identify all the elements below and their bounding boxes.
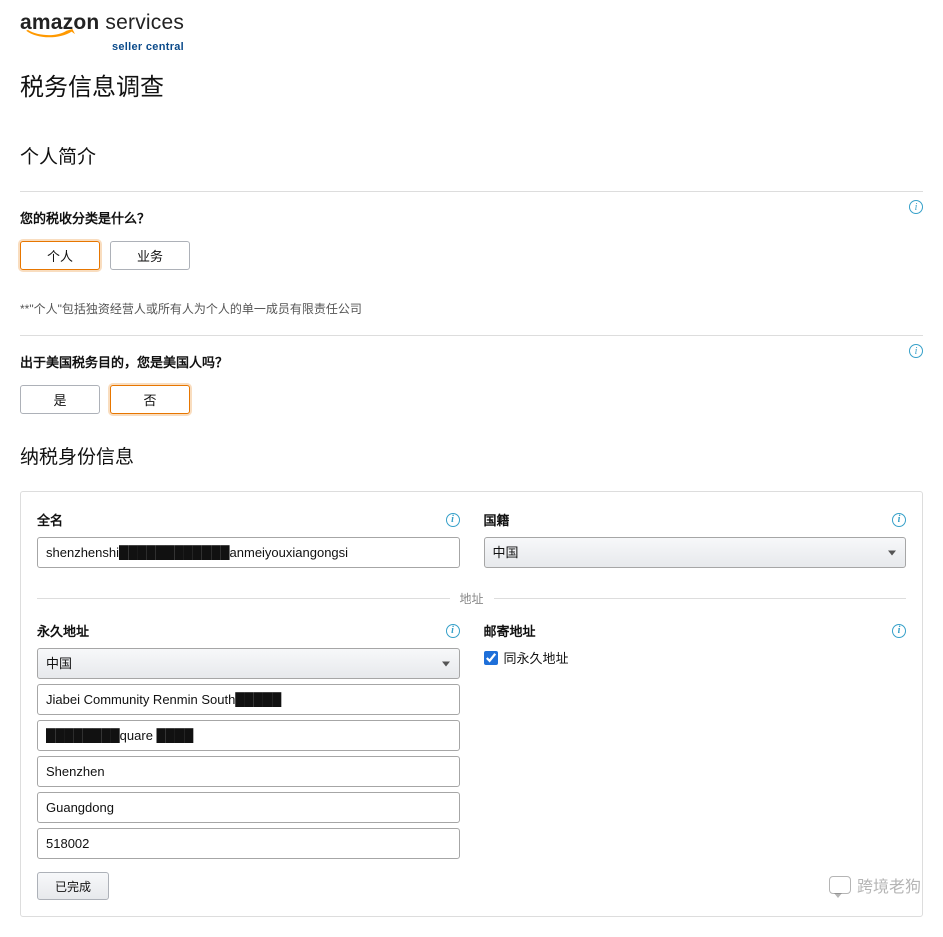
classification-individual-button[interactable]: 个人 xyxy=(20,241,100,270)
perm-postal-input[interactable] xyxy=(37,828,460,859)
classification-label: 您的税收分类是什么？ xyxy=(20,208,923,227)
perm-line2-input[interactable] xyxy=(37,720,460,751)
amazon-swoosh-icon xyxy=(22,29,80,41)
classification-note: **"个人"包括独资经营人或所有人为个人的单一成员有限责任公司 xyxy=(20,300,923,317)
address-divider: 地址 xyxy=(37,590,906,607)
page-title: 税务信息调查 xyxy=(20,67,923,102)
logo-sub: seller central xyxy=(112,42,184,53)
done-button[interactable]: 已完成 xyxy=(37,872,109,900)
perm-address-label: 永久地址 xyxy=(37,621,440,640)
perm-state-input[interactable] xyxy=(37,792,460,823)
usperson-no-button[interactable]: 否 xyxy=(110,385,190,414)
same-as-perm-label[interactable]: 同永久地址 xyxy=(504,648,569,667)
identity-heading: 纳税身份信息 xyxy=(20,442,923,469)
usperson-block: i 出于美国税务目的，您是美国人吗？ 是 否 xyxy=(20,336,923,432)
fullname-input[interactable] xyxy=(37,537,460,568)
classification-block: i 您的税收分类是什么？ 个人 业务 **"个人"包括独资经营人或所有人为个人的… xyxy=(20,192,923,335)
logo: amazon services seller central xyxy=(20,12,184,53)
fullname-label: 全名 xyxy=(37,510,440,529)
usperson-yes-button[interactable]: 是 xyxy=(20,385,100,414)
classification-business-button[interactable]: 业务 xyxy=(110,241,190,270)
info-icon[interactable]: i xyxy=(892,513,906,527)
perm-country-select[interactable]: 中国 xyxy=(37,648,460,679)
mailing-address-label: 邮寄地址 xyxy=(484,621,887,640)
info-icon[interactable]: i xyxy=(446,513,460,527)
same-as-perm-checkbox[interactable] xyxy=(484,651,498,665)
usperson-label: 出于美国税务目的，您是美国人吗？ xyxy=(20,352,923,371)
info-icon[interactable]: i xyxy=(892,624,906,638)
info-icon[interactable]: i xyxy=(909,344,923,358)
info-icon[interactable]: i xyxy=(446,624,460,638)
nationality-label: 国籍 xyxy=(484,510,887,529)
info-icon[interactable]: i xyxy=(909,200,923,214)
perm-line1-input[interactable] xyxy=(37,684,460,715)
profile-heading: 个人简介 xyxy=(20,142,923,169)
identity-box: 全名 i 国籍 i 中国 地址 永久地 xyxy=(20,491,923,917)
perm-city-input[interactable] xyxy=(37,756,460,787)
nationality-select[interactable]: 中国 xyxy=(484,537,907,568)
